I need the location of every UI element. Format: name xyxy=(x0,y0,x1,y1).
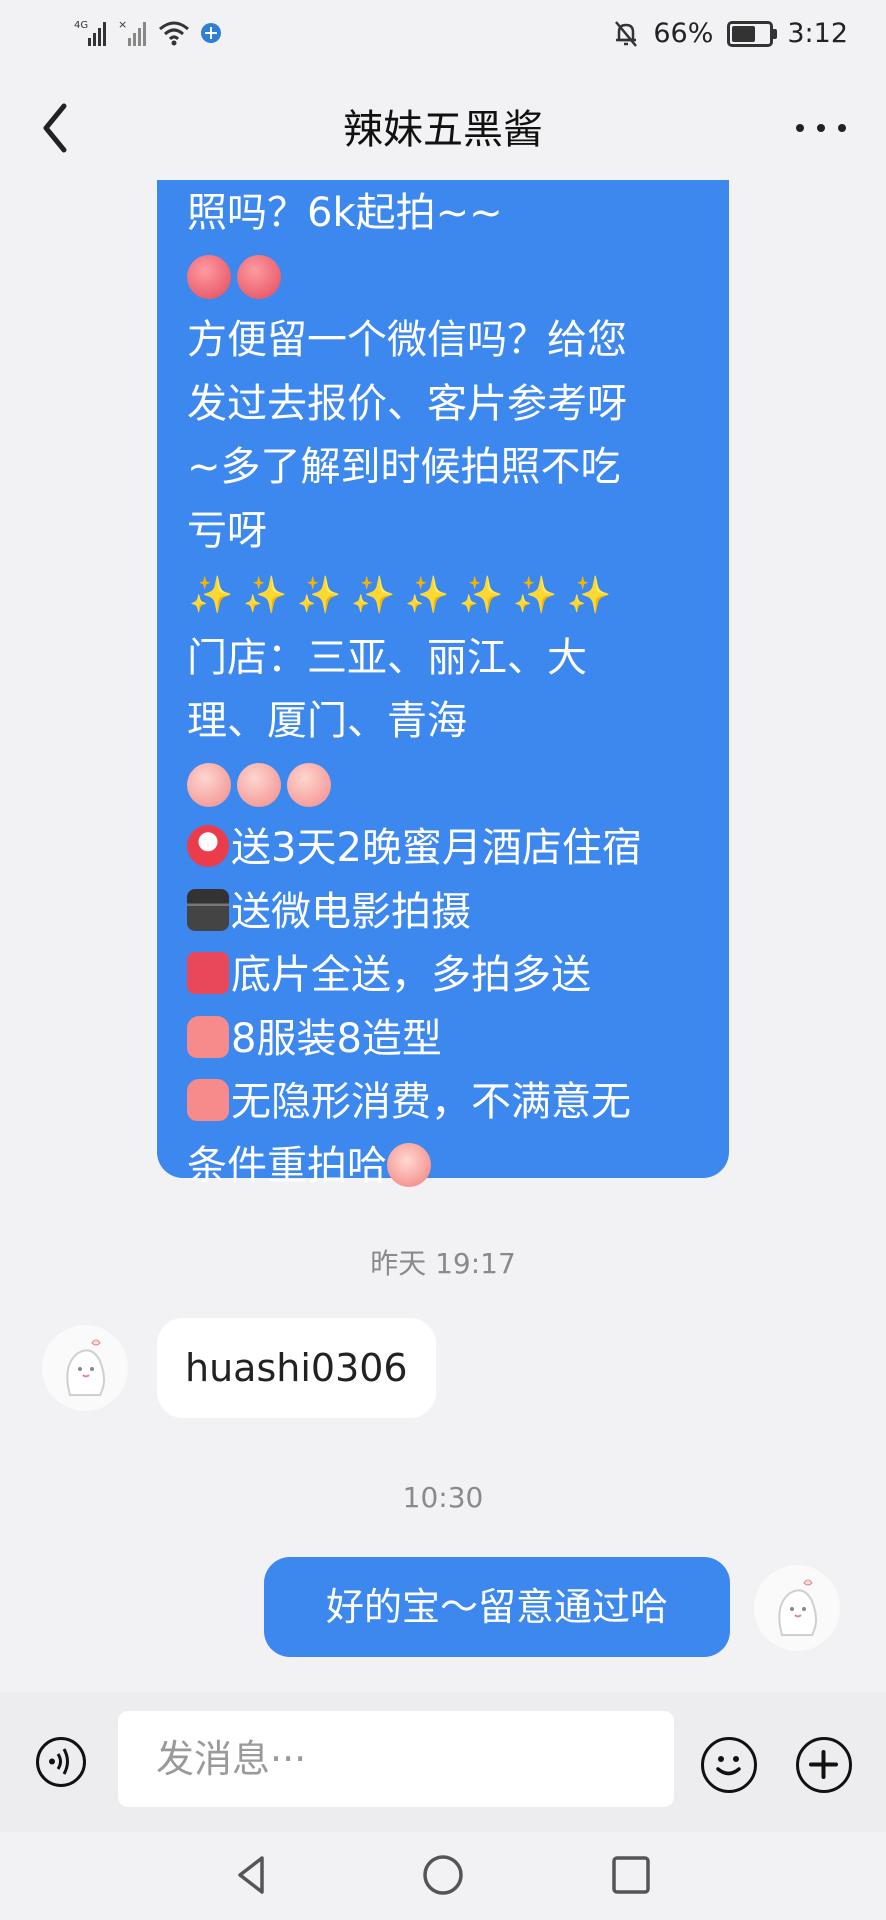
plus-icon xyxy=(809,1750,838,1779)
sparkle-row: ✨ ✨ ✨ ✨ ✨ ✨ ✨ ✨ xyxy=(187,563,703,627)
more-button[interactable] xyxy=(796,108,846,148)
message-list[interactable]: 照吗？6k起拍~~ 方便留一个微信吗？给您 发过去报价、客片参考呀 ~多了解到时… xyxy=(0,180,886,1692)
emoji-button[interactable] xyxy=(701,1737,757,1793)
camera-icon xyxy=(187,952,229,994)
voice-icon xyxy=(49,1748,69,1775)
message-line: 门店：三亚、丽江、大 xyxy=(187,634,587,681)
message-line-item: 无隐形消费，不满意无 xyxy=(187,1071,703,1135)
plus-button[interactable] xyxy=(796,1737,852,1793)
sparkle-icon: ✨ xyxy=(296,574,342,616)
system-nav-bar xyxy=(0,1832,886,1920)
laughing-face-icon xyxy=(387,1142,431,1187)
sparkle-icon: ✨ xyxy=(242,574,288,616)
thumbs-up-icon xyxy=(187,1015,229,1058)
message-line-item: 条件重拍哈 xyxy=(187,1135,703,1199)
wifi-icon xyxy=(159,21,189,46)
thumbs-up-icon xyxy=(187,1079,229,1121)
message-line-item: 8服装8造型 xyxy=(187,1008,703,1072)
message-line: 方便留一个微信吗？给您 xyxy=(187,317,627,363)
battery-icon xyxy=(727,20,778,47)
signal-nosim-icon: × xyxy=(118,18,146,46)
emoji-icon xyxy=(716,1756,741,1776)
sparkle-icon: ✨ xyxy=(458,574,504,616)
clap-emoji-icon xyxy=(287,763,331,808)
status-bar: 4G × 66% 3:12 xyxy=(0,0,886,70)
emoji-row xyxy=(187,754,703,818)
browser-icon xyxy=(201,23,221,43)
svg-text:×: × xyxy=(118,18,127,31)
sparkle-icon: ✨ xyxy=(188,574,234,616)
message-line-item: 底片全送，多拍多送 xyxy=(187,944,703,1008)
pig-emoji-icon xyxy=(187,255,231,300)
nav-home-icon[interactable] xyxy=(420,1852,466,1898)
battery-percent: 66% xyxy=(653,18,714,49)
signal-4g-icon: 4G xyxy=(74,20,106,46)
message-line-text: 送微电影拍摄 xyxy=(231,888,471,935)
nav-back-icon[interactable] xyxy=(230,1852,276,1898)
pig-emoji-icon xyxy=(237,255,281,300)
message-line-item: 送微电影拍摄 xyxy=(187,881,703,945)
contact-avatar-icon xyxy=(66,1339,105,1396)
message-line: 发过去报价、客片参考呀 xyxy=(187,380,627,427)
emoji-row xyxy=(187,246,703,310)
sparkle-icon: ✨ xyxy=(566,574,612,616)
clap-emoji-icon xyxy=(187,763,231,808)
message-line-text: 送3天2晚蜜月酒店住宿 xyxy=(231,825,642,871)
message-input[interactable] xyxy=(118,1711,674,1807)
status-left: 4G × xyxy=(74,18,222,48)
sparkle-icon: ✨ xyxy=(512,574,558,616)
svg-text:4G: 4G xyxy=(74,20,88,31)
nav-recent-icon[interactable] xyxy=(608,1852,654,1898)
message-line: 理、厦门、青海 xyxy=(187,698,467,744)
message-bubble-received[interactable]: huashi0306 xyxy=(157,1318,436,1418)
status-right: 66% 3:12 xyxy=(613,18,848,49)
message-line-text: 无隐形消费，不满意无 xyxy=(231,1079,631,1125)
message-bubble-received-long[interactable]: 照吗？6k起拍~~ 方便留一个微信吗？给您 发过去报价、客片参考呀 ~多了解到时… xyxy=(157,180,729,1189)
timestamp: 10:30 xyxy=(402,1481,484,1514)
message-line: 照吗？6k起拍~~ xyxy=(187,190,503,236)
more-icon-dot xyxy=(817,124,825,132)
clapperboard-icon xyxy=(187,888,229,931)
my-avatar-icon xyxy=(778,1579,817,1636)
sparkle-icon: ✨ xyxy=(404,574,450,616)
more-icon-dot xyxy=(838,124,846,132)
message-line-text: 8服装8造型 xyxy=(231,1015,442,1062)
clock: 3:12 xyxy=(787,18,848,49)
chat-header: 辣妹五黑酱 xyxy=(0,70,886,180)
message-line: ~多了解到时候拍照不吃 xyxy=(187,444,621,490)
check-pin-icon xyxy=(187,825,229,867)
message-line-text: 条件重拍哈 xyxy=(187,1142,387,1189)
message-line-item: 送3天2晚蜜月酒店住宿 xyxy=(187,817,703,881)
mute-bell-icon xyxy=(615,20,638,47)
my-avatar[interactable] xyxy=(754,1565,840,1651)
clap-emoji-icon xyxy=(237,763,281,808)
message-line-text: 底片全送，多拍多送 xyxy=(231,952,591,998)
battery-level xyxy=(732,25,755,42)
input-bar xyxy=(0,1692,886,1832)
chat-title: 辣妹五黑酱 xyxy=(343,107,543,153)
message-line: 亏呀 xyxy=(187,507,267,554)
more-icon xyxy=(796,124,804,132)
timestamp: 昨天 19:17 xyxy=(370,1247,516,1280)
avatar[interactable] xyxy=(42,1325,128,1411)
message-bubble-sent[interactable]: 好的宝～留意通过哈 xyxy=(264,1557,730,1657)
voice-button[interactable] xyxy=(36,1737,86,1787)
sparkle-icon: ✨ xyxy=(350,574,396,616)
